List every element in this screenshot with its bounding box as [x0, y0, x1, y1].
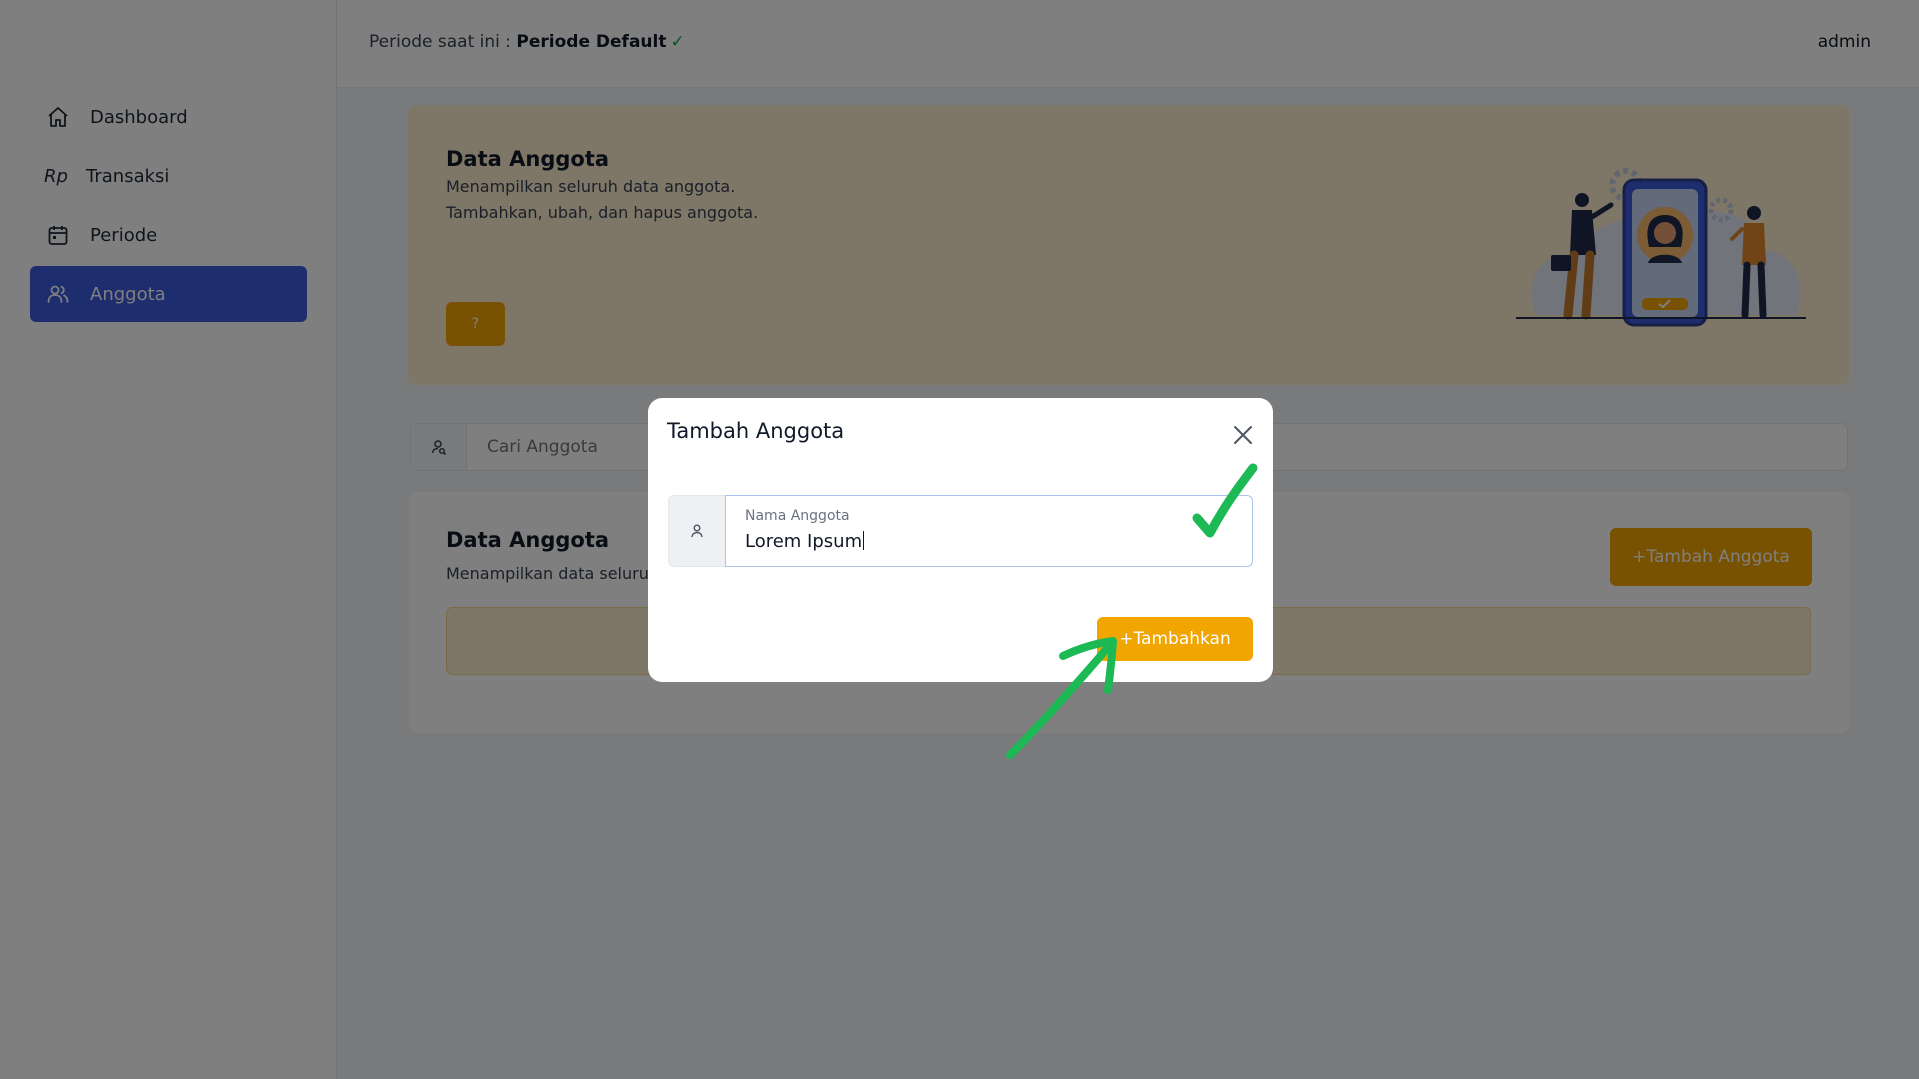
submit-button[interactable]: +Tambahkan [1097, 617, 1253, 661]
member-name-field: Nama Anggota Lorem Ipsum [668, 495, 1253, 567]
field-label: Nama Anggota [745, 508, 850, 524]
modal-title: Tambah Anggota [667, 419, 845, 443]
field-value: Lorem Ipsum [745, 531, 863, 552]
add-member-modal: Tambah Anggota Nama Anggota Lorem Ipsum … [648, 398, 1273, 682]
user-icon [668, 495, 725, 567]
close-icon[interactable] [1231, 423, 1255, 447]
member-name-input[interactable]: Nama Anggota Lorem Ipsum [725, 495, 1253, 567]
